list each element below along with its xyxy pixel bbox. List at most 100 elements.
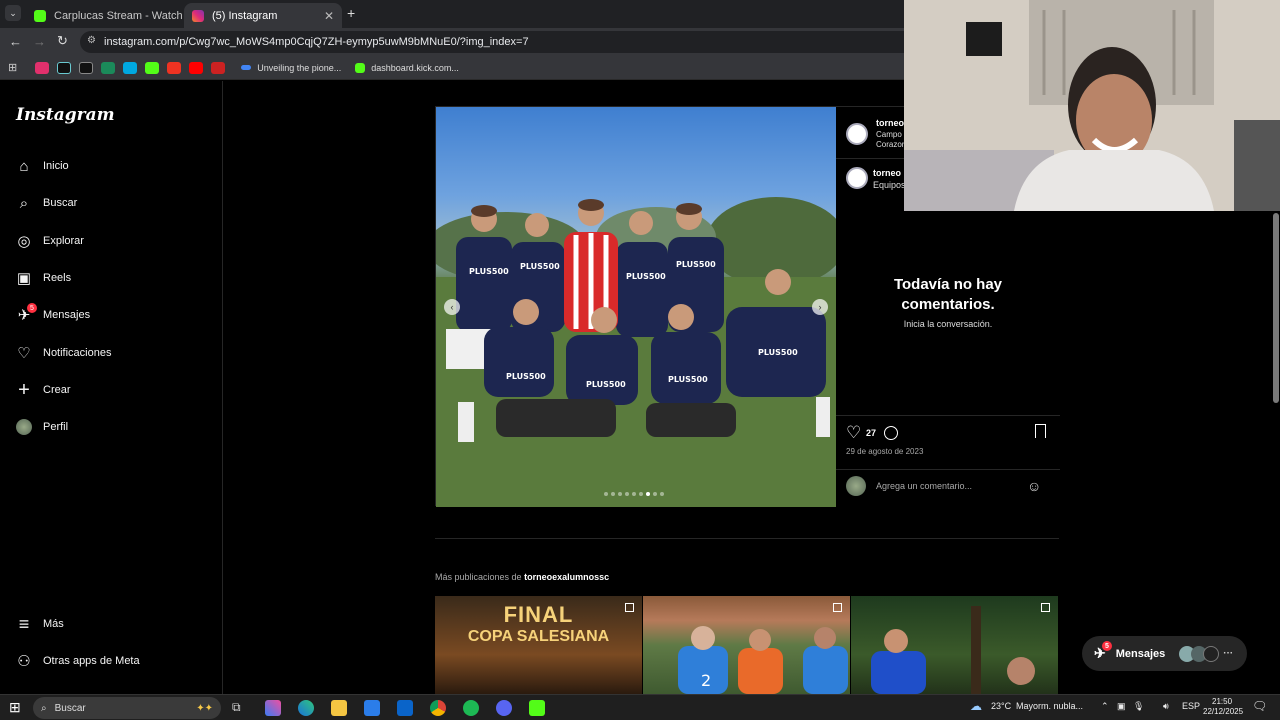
thumb-title-copa: COPA SALESIANA xyxy=(467,628,610,645)
tray-app-icon[interactable]: ▣ xyxy=(1117,701,1126,712)
messenger-icon: ✈ 5 xyxy=(15,303,37,324)
back-icon[interactable]: ← xyxy=(9,34,22,49)
nav-notificaciones[interactable]: ♡ Notificaciones xyxy=(15,341,111,365)
task-view-icon[interactable]: ⧉ xyxy=(232,700,248,716)
caption-username[interactable]: torneo xyxy=(873,168,901,178)
microphone-icon[interactable]: 🎙︎ xyxy=(1133,701,1144,712)
volume-icon[interactable]: 🔊︎ xyxy=(1163,701,1169,712)
bookmark-icon[interactable] xyxy=(1035,424,1046,438)
players-illustration: 2 xyxy=(678,626,848,694)
menu-icon: ≡ xyxy=(18,613,30,634)
bookmark-kick-icon[interactable] xyxy=(145,61,160,74)
reload-icon[interactable]: ↻ xyxy=(57,33,68,49)
reels-icon: ▣ xyxy=(16,270,32,287)
bookmark-edge-icon[interactable] xyxy=(101,61,116,74)
nav-otras-apps[interactable]: ⚇ Otras apps de Meta xyxy=(15,649,139,673)
apps-grid-icon[interactable]: ⊞ xyxy=(8,61,17,74)
instagram-logo[interactable]: Instagram xyxy=(16,105,115,125)
file-explorer-icon[interactable] xyxy=(331,700,347,716)
weather-text[interactable]: Mayorm. nubla... xyxy=(1016,701,1083,711)
spotify-icon[interactable] xyxy=(463,700,479,716)
bookmark-kick2-icon[interactable] xyxy=(355,62,366,73)
players-illustration xyxy=(871,606,1035,694)
windows-taskbar: ⊞ ⌕ Buscar ✦✦ ⧉ ☁ 23°C Mayorm. nubla... … xyxy=(0,694,1280,720)
post-photo[interactable]: PLUS500 PLUS500 PLUS500 PLUS500 PLUS500 … xyxy=(436,107,836,507)
site-info-icon[interactable]: ⚙ xyxy=(87,35,96,46)
tab-title: (5) Instagram xyxy=(212,9,278,22)
nav-inicio[interactable]: ⌂ Inicio xyxy=(15,154,68,178)
store-icon[interactable] xyxy=(364,700,380,716)
commenter-avatar xyxy=(846,476,866,496)
chrome-icon[interactable] xyxy=(430,700,446,716)
kick-app-icon[interactable] xyxy=(529,700,545,716)
taskbar-search[interactable]: ⌕ Buscar ✦✦ xyxy=(33,697,221,719)
caption-avatar[interactable] xyxy=(846,167,868,189)
comment-icon[interactable] xyxy=(884,426,898,440)
add-comment-input[interactable]: Agrega un comentario... xyxy=(876,481,972,491)
bookmark-red-icon[interactable] xyxy=(167,61,182,74)
carousel-dot xyxy=(646,492,650,496)
nav-perfil[interactable]: Perfil xyxy=(15,415,68,439)
new-tab-button[interactable]: + xyxy=(347,5,355,21)
nav-explorar[interactable]: ◎ Explorar xyxy=(15,229,84,253)
nav-mensajes[interactable]: ✈ 5 Mensajes xyxy=(15,303,90,327)
url-text: instagram.com/p/Cwg7wc_MoWS4mp0CqjQ7ZH-e… xyxy=(104,36,529,48)
author-avatar[interactable] xyxy=(846,123,868,145)
weather-temp[interactable]: 23°C xyxy=(991,701,1011,711)
bookmark-label[interactable]: Unveiling the pione... xyxy=(257,63,341,73)
bookmark-tiktok-icon[interactable] xyxy=(57,61,72,74)
tray-chevron-icon[interactable]: ⌃ xyxy=(1101,701,1109,712)
carousel-next-button[interactable]: › xyxy=(812,299,828,315)
related-post-thumb[interactable] xyxy=(851,596,1058,694)
notifications-icon[interactable]: 🗨︎ xyxy=(1252,699,1267,713)
tab-list-button[interactable]: ⌄ xyxy=(5,5,21,21)
bookmark-label[interactable]: dashboard.kick.com... xyxy=(371,63,459,73)
more-posts-username[interactable]: torneoexalumnossc xyxy=(524,572,609,582)
notification-badge: 5 xyxy=(27,303,37,313)
author-username[interactable]: torneo xyxy=(876,118,904,128)
bookmark-instagram-icon[interactable] xyxy=(35,61,50,74)
bookmark-x-icon[interactable] xyxy=(79,61,94,74)
forward-icon[interactable]: → xyxy=(33,34,46,49)
nav-label: Mensajes xyxy=(43,309,91,321)
nav-mas[interactable]: ≡ Más xyxy=(15,612,64,636)
more-dots-icon[interactable]: ··· xyxy=(1223,648,1233,659)
discord-icon[interactable] xyxy=(496,700,512,716)
tab-kick-stream[interactable]: Carplucas Stream - Watch Live ✕ xyxy=(26,3,182,28)
bookmark-youtube-icon[interactable] xyxy=(189,61,204,74)
jersey-number: 2 xyxy=(701,671,711,690)
edge-icon[interactable] xyxy=(298,700,314,716)
weather-icon[interactable]: ☁ xyxy=(970,699,982,713)
bookmark-red2-icon[interactable] xyxy=(211,61,226,74)
page-scrollbar[interactable] xyxy=(1272,211,1280,691)
input-language[interactable]: ESP xyxy=(1182,701,1200,711)
messages-pill[interactable]: ✈ 5 Mensajes ··· xyxy=(1082,636,1247,671)
nav-reels[interactable]: ▣ Reels xyxy=(15,266,71,290)
windows-start-icon[interactable]: ⊞ xyxy=(9,699,21,716)
bookmark-app-icon[interactable] xyxy=(123,61,138,74)
svg-text:PLUS500: PLUS500 xyxy=(626,272,666,281)
nav-label: Más xyxy=(43,618,64,630)
section-divider xyxy=(435,538,1059,539)
clock-date[interactable]: 22/12/2025 xyxy=(1203,707,1243,716)
nav-buscar[interactable]: ⌕ Buscar xyxy=(15,191,77,215)
more-posts-heading: Más publicaciones de torneoexalumnossc xyxy=(435,572,609,582)
like-count[interactable]: 27 xyxy=(866,428,876,438)
tab-instagram[interactable]: (5) Instagram ✕ xyxy=(184,3,342,28)
scrollbar-thumb[interactable] xyxy=(1273,213,1279,403)
carousel-prev-button[interactable]: ‹ xyxy=(444,299,460,315)
related-post-thumb[interactable]: 2 xyxy=(643,596,850,694)
clock-time[interactable]: 21:50 xyxy=(1212,697,1232,706)
outlook-icon[interactable] xyxy=(397,700,413,716)
like-icon[interactable]: ♡ xyxy=(846,423,861,443)
address-bar[interactable]: ⚙ instagram.com/p/Cwg7wc_MoWS4mp0CqjQ7ZH… xyxy=(80,31,920,53)
author-location[interactable]: Campo I xyxy=(876,130,906,139)
emoji-icon[interactable]: ☺ xyxy=(1027,478,1041,494)
copilot-icon[interactable] xyxy=(265,700,281,716)
nav-label: Crear xyxy=(43,384,71,396)
related-post-thumb[interactable]: FINAL COPA SALESIANA xyxy=(435,596,642,694)
webcam-overlay xyxy=(904,0,1280,211)
bookmark-meta-icon[interactable] xyxy=(241,65,252,70)
close-tab-icon[interactable]: ✕ xyxy=(324,9,334,23)
nav-crear[interactable]: + Crear xyxy=(15,378,71,402)
